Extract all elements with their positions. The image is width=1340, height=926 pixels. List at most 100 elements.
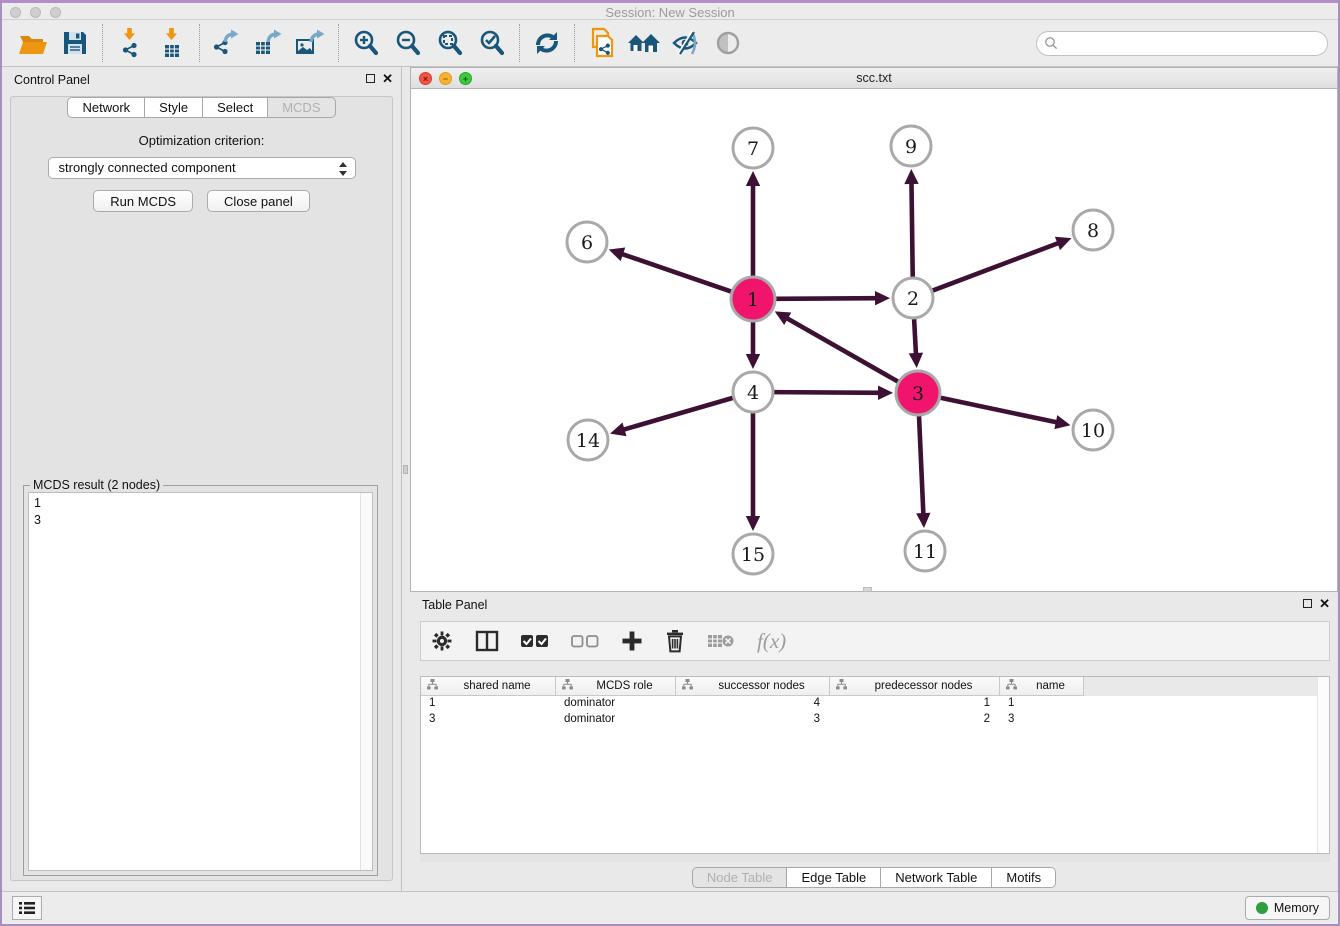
node-table[interactable]: shared nameMCDS rolesuccessor nodesprede… <box>420 676 1330 854</box>
table-settings-button[interactable] <box>431 630 453 652</box>
home-layout-button[interactable] <box>623 23 665 63</box>
clone-network-button[interactable] <box>581 23 623 63</box>
table-cell[interactable]: dominator <box>556 696 676 712</box>
table-cell[interactable]: 3 <box>676 712 830 728</box>
criterion-value: strongly connected component <box>59 160 236 175</box>
show-eye-button[interactable] <box>707 23 749 63</box>
float-panel-icon[interactable] <box>366 74 375 83</box>
export-table-button[interactable] <box>248 23 290 63</box>
graph-node-3[interactable]: 3 <box>896 371 940 415</box>
edge-arrow-icon <box>875 291 890 305</box>
tab-network[interactable]: Network <box>67 97 145 118</box>
zoom-selected-button[interactable] <box>471 23 513 63</box>
table-bottom-strip <box>420 854 1330 862</box>
vertical-splitter[interactable] <box>402 67 410 891</box>
table-toolbar: f(x) <box>420 621 1330 661</box>
deselect-checks-button[interactable] <box>571 633 599 649</box>
tab-select[interactable]: Select <box>203 97 268 118</box>
edge-2-9[interactable] <box>911 182 912 277</box>
table-cell[interactable]: dominator <box>556 712 676 728</box>
apply-layout-refresh-button[interactable] <box>526 23 568 63</box>
add-column-button[interactable] <box>621 630 643 652</box>
edge-4-14[interactable] <box>623 398 733 430</box>
tab-edge-table[interactable]: Edge Table <box>787 867 881 888</box>
criterion-dropdown[interactable]: strongly connected component <box>48 157 356 179</box>
zoom-fit-button[interactable] <box>429 23 471 63</box>
edge-2-3[interactable] <box>914 319 916 355</box>
graph-node-2[interactable]: 2 <box>893 278 933 318</box>
split-columns-button[interactable] <box>475 630 499 652</box>
open-file-button[interactable] <box>12 23 54 63</box>
column-header-successor-nodes[interactable]: successor nodes <box>676 677 830 696</box>
column-header-MCDS-role[interactable]: MCDS role <box>556 677 676 696</box>
zoom-in-button[interactable] <box>345 23 387 63</box>
column-header-shared-name[interactable]: shared name <box>421 677 556 696</box>
toolbar-separator <box>338 24 339 62</box>
table-cell[interactable]: 4 <box>676 696 830 712</box>
table-scrollbar[interactable] <box>1317 677 1329 853</box>
hierarchy-icon <box>562 679 573 693</box>
graph-node-14[interactable]: 14 <box>568 420 608 460</box>
export-image-button[interactable] <box>290 23 332 63</box>
splitter-handle[interactable] <box>403 465 408 474</box>
table-cell[interactable]: 3 <box>1000 712 1084 728</box>
table-close-panel-icon[interactable]: ✕ <box>1319 596 1330 612</box>
tab-mcds[interactable]: MCDS <box>268 97 335 118</box>
close-panel-icon[interactable]: ✕ <box>382 71 393 87</box>
import-network-button[interactable] <box>109 23 151 63</box>
run-mcds-button[interactable]: Run MCDS <box>93 190 193 212</box>
mcds-result-text[interactable]: 1 3 <box>28 492 373 871</box>
tab-style[interactable]: Style <box>145 97 203 118</box>
edge-4-3[interactable] <box>774 392 880 393</box>
graph-node-6[interactable]: 6 <box>567 222 607 262</box>
delete-column-button[interactable] <box>665 629 685 653</box>
graph-node-9[interactable]: 9 <box>891 126 931 166</box>
memory-button[interactable]: Memory <box>1245 896 1330 920</box>
edge-3-1[interactable] <box>786 318 898 382</box>
optimization-criterion-label: Optimization criterion: <box>11 133 392 148</box>
table-row[interactable]: 1dominator411 <box>421 696 1329 712</box>
tab-motifs[interactable]: Motifs <box>992 867 1056 888</box>
hide-panels-button[interactable] <box>665 23 707 63</box>
graph-node-4[interactable]: 4 <box>733 372 773 412</box>
network-canvas[interactable]: 7 9 6 8 1 2 4 3 14 10 15 11 <box>411 90 1337 591</box>
column-header-name[interactable]: name <box>1000 677 1084 696</box>
select-all-checks-button[interactable] <box>521 633 549 649</box>
edge-1-2[interactable] <box>776 298 877 299</box>
status-bar: Memory <box>2 891 1338 924</box>
table-cell[interactable]: 1 <box>830 696 1000 712</box>
save-session-button[interactable] <box>54 23 96 63</box>
edge-1-6[interactable] <box>621 254 731 292</box>
node-label: 15 <box>741 544 765 566</box>
table-float-panel-icon[interactable] <box>1303 599 1312 608</box>
table-cell[interactable]: 2 <box>830 712 1000 728</box>
result-scrollbar[interactable] <box>360 493 372 870</box>
edge-2-8[interactable] <box>933 243 1060 291</box>
import-table-button[interactable] <box>151 23 193 63</box>
export-network-button[interactable] <box>206 23 248 63</box>
edge-arrow-icon <box>1054 415 1070 429</box>
tab-network-table[interactable]: Network Table <box>881 867 992 888</box>
zoom-out-button[interactable] <box>387 23 429 63</box>
network-window-titlebar[interactable]: × − + scc.txt <box>411 68 1337 89</box>
column-header-predecessor-nodes[interactable]: predecessor nodes <box>830 677 1000 696</box>
edge-3-11[interactable] <box>919 416 923 515</box>
table-cell[interactable]: 3 <box>421 712 556 728</box>
search-input[interactable] <box>1036 31 1328 56</box>
close-panel-button[interactable]: Close panel <box>207 190 310 212</box>
graph-node-11[interactable]: 11 <box>905 531 945 571</box>
graph-node-8[interactable]: 8 <box>1073 210 1113 250</box>
graph-node-15[interactable]: 15 <box>733 534 773 574</box>
table-row[interactable]: 3dominator323 <box>421 712 1329 728</box>
table-cell[interactable]: 1 <box>1000 696 1084 712</box>
table-panel-title: Table Panel <box>422 598 487 612</box>
table-cell[interactable]: 1 <box>421 696 556 712</box>
control-panel-tabs: Network Style Select MCDS <box>2 97 401 118</box>
graph-node-10[interactable]: 10 <box>1073 410 1113 450</box>
task-history-button[interactable] <box>12 896 42 920</box>
graph-node-1[interactable]: 1 <box>731 277 775 321</box>
tab-node-table[interactable]: Node Table <box>692 867 788 888</box>
edge-3-10[interactable] <box>941 398 1058 423</box>
edge-arrow-icon <box>746 354 760 369</box>
graph-node-7[interactable]: 7 <box>733 128 773 168</box>
